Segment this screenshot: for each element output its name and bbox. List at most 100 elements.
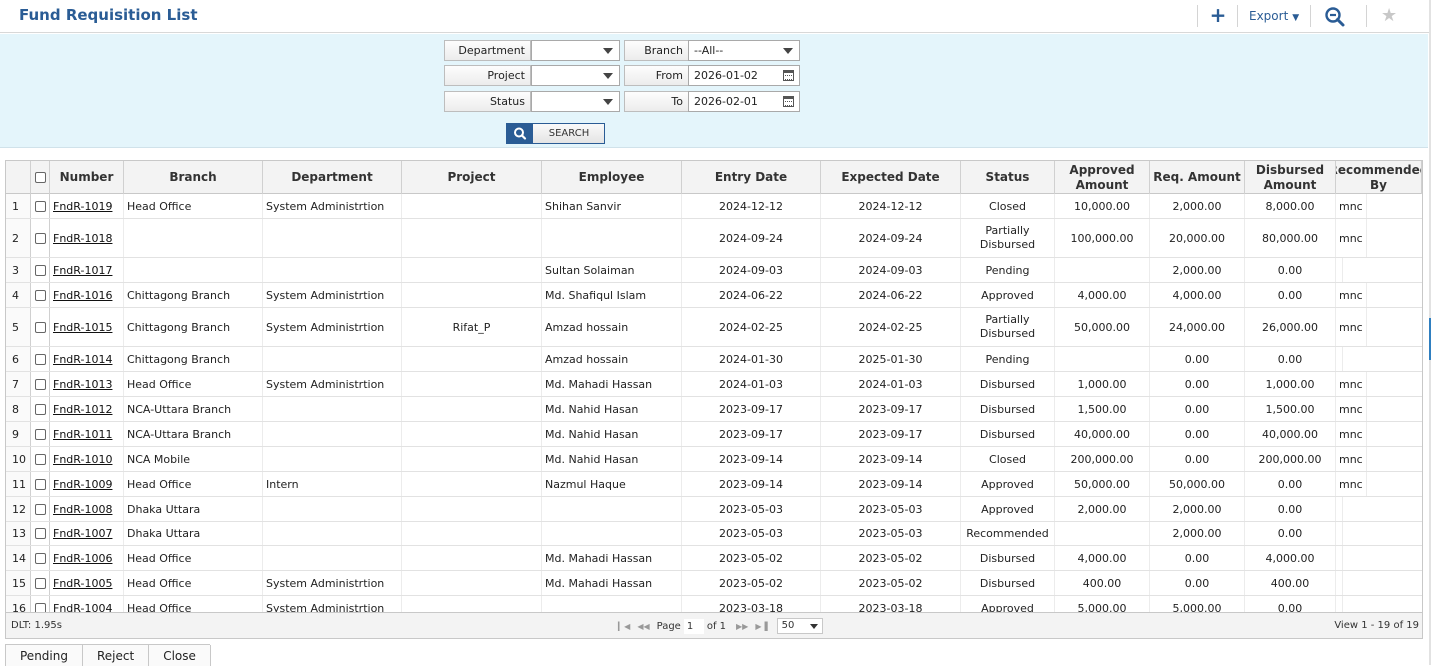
cell-project <box>402 422 542 446</box>
cell-disbursed-amount: 1,500.00 <box>1245 397 1336 421</box>
cell-employee: Md. Nahid Hasan <box>542 447 682 471</box>
add-button[interactable]: + <box>1208 3 1228 27</box>
export-button[interactable]: Export ▼ <box>1249 9 1299 23</box>
table-row[interactable]: 14 FndR-1006 Head Office Md. Mahadi Hassan 2… <box>6 546 1422 571</box>
column-header-req-amount[interactable]: Req. Amount <box>1150 161 1245 194</box>
row-checkbox[interactable] <box>34 503 46 515</box>
row-checkbox[interactable] <box>34 232 46 244</box>
requisition-link[interactable]: FndR-1007 <box>53 527 112 540</box>
zoom-out-button[interactable] <box>1324 6 1346 28</box>
requisition-link[interactable]: FndR-1017 <box>53 264 112 277</box>
requisition-link[interactable]: FndR-1014 <box>53 353 112 366</box>
to-date-input[interactable]: 2026-02-01 <box>688 91 800 112</box>
table-row[interactable]: 3 FndR-1017 Sultan Solaiman 2024-09-03 2024-… <box>6 258 1422 283</box>
requisition-link[interactable]: FndR-1016 <box>53 289 112 302</box>
requisition-link[interactable]: FndR-1013 <box>53 378 112 391</box>
table-row[interactable]: 8 FndR-1012 NCA-Uttara Branch Md. Nahid Has… <box>6 397 1422 422</box>
row-checkbox[interactable] <box>34 428 46 440</box>
column-header-disbursed-amount[interactable]: Disbursed Amount <box>1245 161 1336 194</box>
table-row[interactable]: 6 FndR-1014 Chittagong Branch Amzad hossain… <box>6 347 1422 372</box>
search-button[interactable]: SEARCH <box>506 123 605 144</box>
column-header-branch[interactable]: Branch <box>124 161 263 194</box>
table-row[interactable]: 1 FndR-1019 Head Office System Administrtio… <box>6 194 1422 219</box>
record-count: View 1 - 19 of 19 <box>1334 620 1419 631</box>
table-row[interactable]: 4 FndR-1016 Chittagong Branch System Admini… <box>6 283 1422 308</box>
requisition-link[interactable]: FndR-1010 <box>53 453 112 466</box>
column-header-entry-date[interactable]: Entry Date <box>682 161 821 194</box>
row-number: 14 <box>6 546 31 570</box>
table-row[interactable]: 7 FndR-1013 Head Office System Administrtio… <box>6 372 1422 397</box>
branch-select[interactable]: --All-- <box>688 40 800 61</box>
close-button[interactable]: Close <box>148 645 211 666</box>
row-checkbox[interactable] <box>34 602 46 612</box>
row-checkbox[interactable] <box>34 321 46 333</box>
cell-department: System Administrtion <box>263 596 402 612</box>
table-row[interactable]: 15 FndR-1005 Head Office System Administrti… <box>6 571 1422 596</box>
row-checkbox[interactable] <box>34 403 46 415</box>
select-all-checkbox[interactable] <box>34 172 46 183</box>
department-select[interactable] <box>531 40 620 61</box>
row-checkbox[interactable] <box>34 453 46 465</box>
column-header-project[interactable]: Project <box>402 161 542 194</box>
requisition-link[interactable]: FndR-1019 <box>53 200 112 213</box>
cell-entry-date: 2023-09-14 <box>682 472 821 496</box>
page-size-select[interactable]: 50 <box>776 618 823 634</box>
table-row[interactable]: 12 FndR-1008 Dhaka Uttara 2023-05-03 2023-05… <box>6 497 1422 522</box>
requisition-link[interactable]: FndR-1008 <box>53 503 112 516</box>
table-row[interactable]: 2 FndR-1018 2024-09-24 2024-09-24 Partially … <box>6 219 1422 258</box>
column-header-number[interactable]: Number <box>50 161 124 194</box>
row-checkbox[interactable] <box>34 552 46 564</box>
cell-branch: NCA Mobile <box>124 447 263 471</box>
column-header-expected-date[interactable]: Expected Date <box>821 161 961 194</box>
next-page-icon[interactable]: ▶▶ <box>736 622 748 631</box>
row-checkbox[interactable] <box>34 528 46 539</box>
to-label: To <box>624 91 689 112</box>
requisition-link[interactable]: FndR-1006 <box>53 552 112 565</box>
favorite-button[interactable]: ★ <box>1381 5 1397 26</box>
table-row[interactable]: 13 FndR-1007 Dhaka Uttara 2023-05-03 2023-05… <box>6 522 1422 546</box>
first-page-icon[interactable]: ▎◀ <box>618 622 630 631</box>
row-checkbox[interactable] <box>34 289 46 301</box>
requisition-link[interactable]: FndR-1018 <box>53 232 112 245</box>
row-select-cell <box>31 308 50 346</box>
row-checkbox[interactable] <box>34 478 46 490</box>
requisition-link[interactable]: FndR-1009 <box>53 478 112 491</box>
requisition-link[interactable]: FndR-1005 <box>53 577 112 590</box>
table-row[interactable]: 5 FndR-1015 Chittagong Branch System Admini… <box>6 308 1422 347</box>
table-row[interactable]: 16 FndR-1004 Head Office System Administrti… <box>6 596 1422 613</box>
requisition-link[interactable]: FndR-1012 <box>53 403 112 416</box>
project-select[interactable] <box>531 65 620 86</box>
calendar-icon[interactable] <box>783 96 794 107</box>
column-header-department[interactable]: Department <box>263 161 402 194</box>
row-checkbox[interactable] <box>34 577 46 589</box>
cell-branch <box>124 219 263 257</box>
cell-req-amount: 0.00 <box>1150 422 1245 446</box>
status-select[interactable] <box>531 91 620 112</box>
column-header-employee[interactable]: Employee <box>542 161 682 194</box>
prev-page-icon[interactable]: ◀◀ <box>637 622 649 631</box>
row-checkbox[interactable] <box>34 378 46 390</box>
calendar-icon[interactable] <box>783 70 794 81</box>
cell-expected-date: 2024-09-03 <box>821 258 961 282</box>
requisition-link[interactable]: FndR-1015 <box>53 321 112 334</box>
column-header-recommended-by[interactable]: Recommended By <box>1336 161 1422 194</box>
pending-button[interactable]: Pending <box>5 645 83 666</box>
table-row[interactable]: 10 FndR-1010 NCA Mobile Md. Nahid Hasan 2023… <box>6 447 1422 472</box>
row-checkbox[interactable] <box>34 200 46 212</box>
cell-project <box>402 347 542 371</box>
last-page-icon[interactable]: ▶▐ <box>755 622 767 631</box>
table-row[interactable]: 11 FndR-1009 Head Office Intern Nazmul Haque… <box>6 472 1422 497</box>
row-checkbox[interactable] <box>34 264 46 276</box>
requisition-link[interactable]: FndR-1011 <box>53 428 112 441</box>
row-checkbox[interactable] <box>34 353 46 365</box>
toolbar-divider <box>1366 5 1367 27</box>
column-header-status[interactable]: Status <box>961 161 1055 194</box>
reject-button[interactable]: Reject <box>81 645 150 666</box>
page-input[interactable]: 1 <box>683 618 704 634</box>
cell-employee: Amzad hossain <box>542 308 682 346</box>
column-header-approved-amount[interactable]: Approved Amount <box>1055 161 1150 194</box>
table-row[interactable]: 9 FndR-1011 NCA-Uttara Branch Md. Nahid Has… <box>6 422 1422 447</box>
from-date-input[interactable]: 2026-01-02 <box>688 65 800 86</box>
row-select-cell <box>31 546 50 570</box>
requisition-link[interactable]: FndR-1004 <box>53 602 112 613</box>
